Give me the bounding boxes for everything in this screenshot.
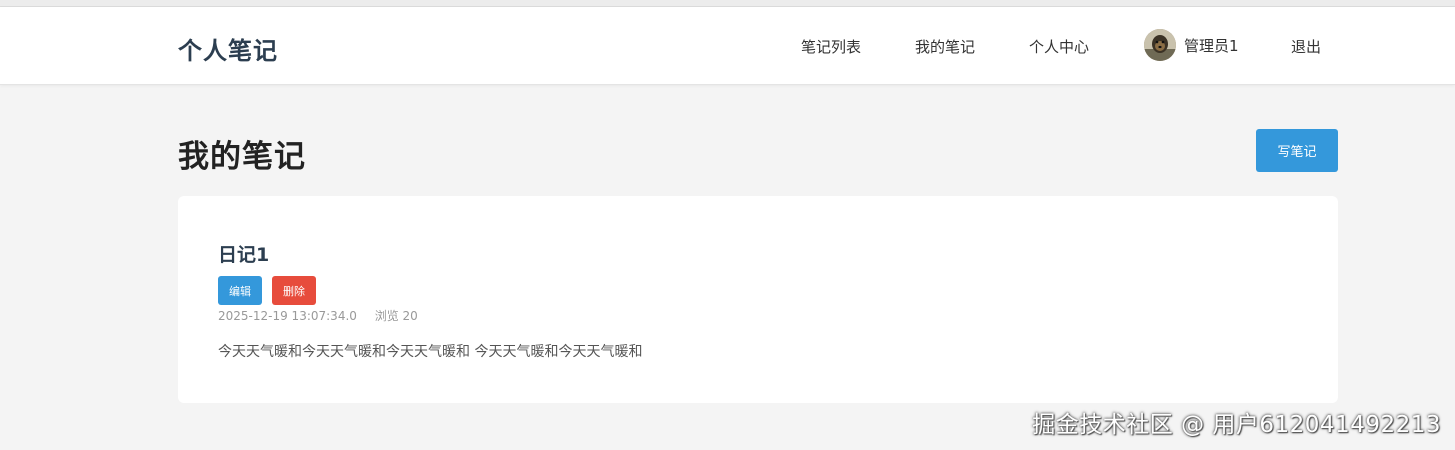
nav-my-notes-link[interactable]: 我的笔记 <box>915 36 975 57</box>
delete-note-button[interactable]: 删除 <box>272 276 316 305</box>
logout-link[interactable]: 退出 <box>1291 36 1321 57</box>
nav-note-list-link[interactable]: 笔记列表 <box>801 36 861 57</box>
user-name[interactable]: 管理员1 <box>1184 35 1239 56</box>
nav-user-center-link[interactable]: 个人中心 <box>1029 36 1089 57</box>
note-meta: 2025-12-19 13:07:34.0 浏览 20 <box>218 307 418 324</box>
browser-top-edge <box>0 0 1455 7</box>
user-menu[interactable]: 管理员1 <box>1144 29 1239 61</box>
note-content: 今天天气暖和今天天气暖和今天天气暖和 今天天气暖和今天天气暖和 <box>218 344 643 360</box>
page-title: 我的笔记 <box>178 139 306 175</box>
watermark: 掘金技术社区 @ 用户612041492213 <box>1032 412 1441 438</box>
write-note-button[interactable]: 写笔记 <box>1256 129 1338 172</box>
note-title[interactable]: 日记1 <box>218 240 269 267</box>
top-navbar: 个人笔记 笔记列表 我的笔记 个人中心 管理员1 退出 <box>0 7 1455 85</box>
site-brand[interactable]: 个人笔记 <box>178 31 278 66</box>
note-datetime: 2025-12-19 13:07:34.0 <box>218 309 357 323</box>
edit-note-button[interactable]: 编辑 <box>218 276 262 305</box>
note-card: 日记1 编辑 删除 2025-12-19 13:07:34.0 浏览 20 今天… <box>178 196 1338 403</box>
note-views: 浏览 20 <box>374 309 418 323</box>
avatar-photo-icon <box>1144 29 1176 61</box>
